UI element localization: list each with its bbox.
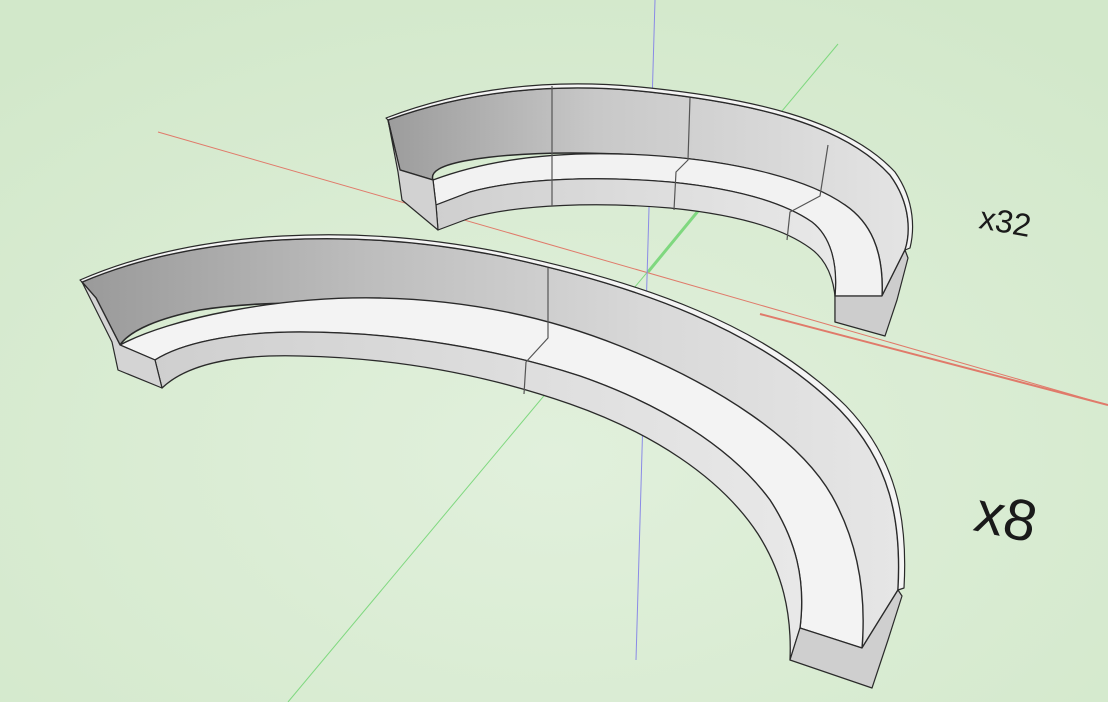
viewport-canvas[interactable]: x32 x8: [0, 0, 1108, 702]
3d-viewport[interactable]: x32 x8: [0, 0, 1108, 702]
